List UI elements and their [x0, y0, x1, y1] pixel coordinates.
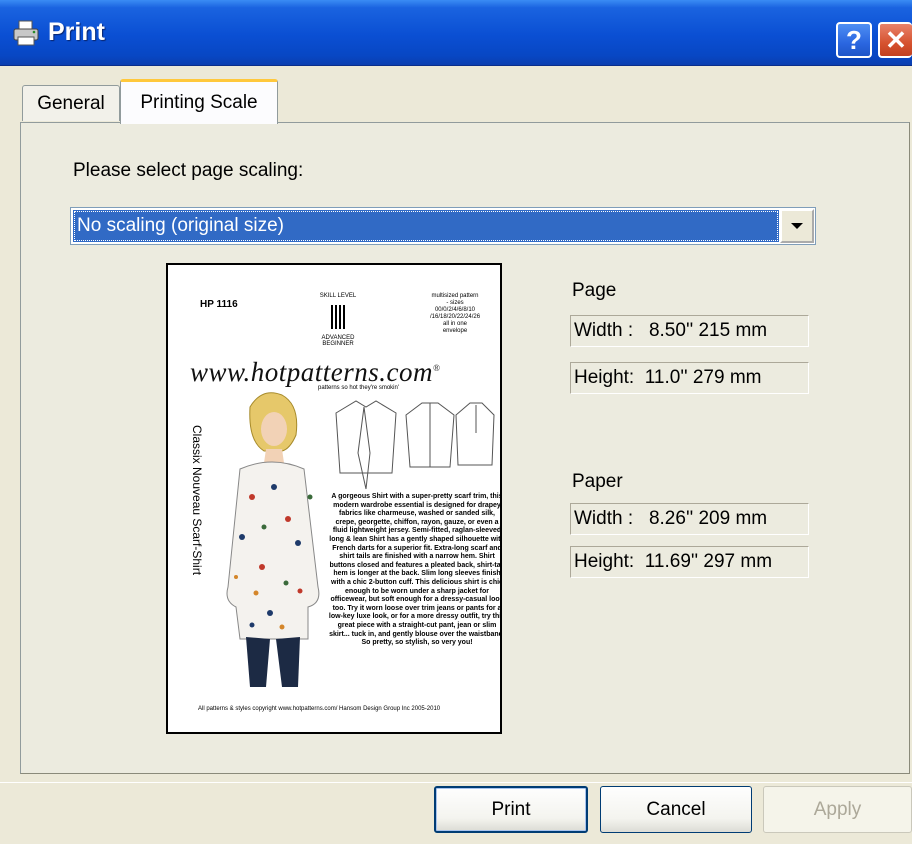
tab-general[interactable]: General	[22, 85, 120, 121]
page-preview: HP 1116 SKILL LEVEL ADVANCED BEGINNER mu…	[166, 263, 502, 734]
preview-skill-heading: SKILL LEVEL	[319, 293, 357, 299]
page-width-field: Width : 8.50'' 215 mm	[570, 315, 809, 347]
title-bar[interactable]: Print ? ✕	[0, 0, 912, 66]
preview-title: Classix Nouveau Scarf-Shirt	[190, 425, 204, 576]
preview-sizes: multisized pattern - sizes 00/0/2/4/6/8/…	[430, 293, 481, 334]
scaling-select-value[interactable]: No scaling (original size)	[73, 210, 779, 242]
preview-url-text: www.hotpatterns.com	[190, 357, 434, 387]
print-button[interactable]: Print	[434, 786, 588, 833]
preview-description: A gorgeous Shirt with a super-pretty sca…	[328, 493, 502, 647]
paper-height-field: Height: 11.69'' 297 mm	[570, 546, 809, 578]
printer-icon	[13, 20, 39, 46]
page-label: Page	[572, 280, 617, 301]
preview-url-mark: ®	[433, 363, 441, 373]
preview-skill-level: ADVANCED BEGINNER	[321, 335, 355, 347]
preview-footer: All patterns & styles copyright www.hotp…	[198, 706, 441, 712]
apply-button[interactable]: Apply	[763, 786, 912, 833]
help-button[interactable]: ?	[836, 22, 872, 58]
paper-width-field: Width : 8.26'' 209 mm	[570, 503, 809, 535]
tab-printing-scale[interactable]: Printing Scale	[120, 79, 278, 124]
skill-level-icon	[331, 305, 345, 329]
close-button[interactable]: ✕	[878, 22, 912, 58]
window-title: Print	[48, 18, 105, 46]
preview-url: www.hotpatterns.com®	[190, 357, 440, 388]
garment-sketches	[335, 400, 495, 490]
chevron-down-icon[interactable]	[780, 209, 814, 243]
page-height-field: Height: 11.0'' 279 mm	[570, 362, 809, 394]
cancel-button[interactable]: Cancel	[600, 786, 752, 833]
scaling-select[interactable]: No scaling (original size)	[70, 207, 816, 245]
paper-label: Paper	[572, 471, 623, 492]
scaling-prompt: Please select page scaling:	[73, 160, 304, 181]
model-illustration	[226, 392, 320, 687]
footer-divider	[0, 782, 912, 783]
preview-pattern-code: HP 1116	[200, 299, 238, 310]
